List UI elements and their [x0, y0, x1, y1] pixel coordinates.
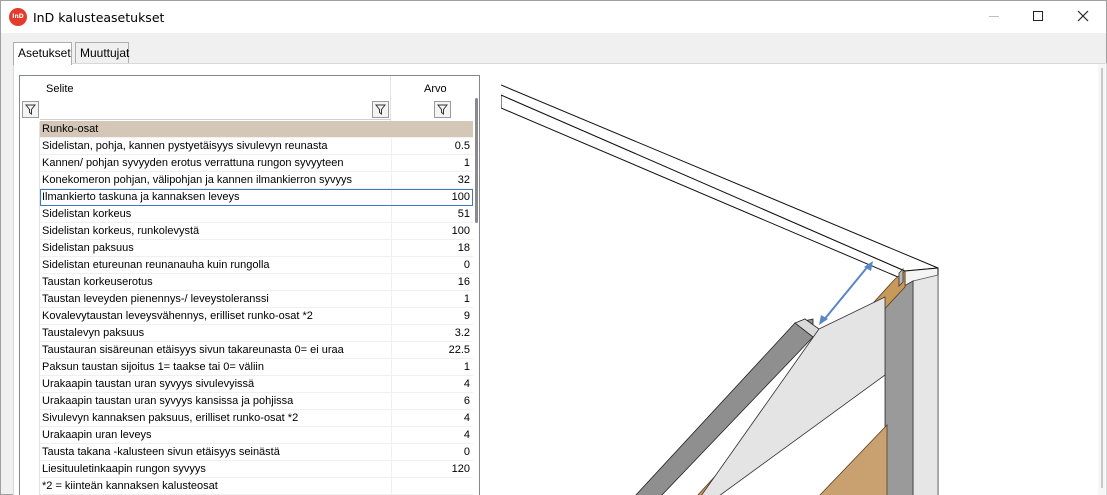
table-row[interactable]: Taustalevyn paksuus 3.2 — [40, 325, 473, 342]
table-row[interactable]: Taustan korkeuserotus 16 — [40, 274, 473, 291]
window-title: InD kalusteasetukset — [33, 10, 165, 25]
table-row[interactable]: Paksun taustan sijoitus 1= taakse tai 0=… — [40, 359, 473, 376]
row-value[interactable]: 18 — [391, 240, 473, 256]
row-value[interactable]: 0 — [391, 257, 473, 273]
grid-header: Selite Arvo — [20, 76, 471, 122]
close-button[interactable] — [1060, 1, 1106, 31]
row-label: Tausta takana -kalusteen sivun etäisyys … — [42, 446, 280, 458]
row-value[interactable]: 3.2 — [391, 325, 473, 341]
filter-icon — [25, 104, 36, 115]
row-label: Taustan korkeuserotus — [42, 276, 153, 288]
row-value[interactable]: 4 — [391, 376, 473, 392]
minimize-icon — [989, 15, 999, 17]
maximize-icon — [1033, 11, 1043, 21]
table-row[interactable]: Sivulevyn kannaksen paksuus, erilliset r… — [40, 410, 473, 427]
filter-row — [40, 100, 391, 120]
row-value[interactable]: 9 — [391, 308, 473, 324]
row-label: Sidelistan etureunan reunanauha kuin run… — [42, 259, 270, 271]
row-label: Taustauran sisäreunan etäisyys sivun tak… — [42, 344, 344, 356]
grid-scroll-thumb[interactable] — [475, 98, 478, 223]
row-value[interactable]: 6 — [391, 393, 473, 409]
group-row[interactable]: Runko-osat — [40, 121, 473, 138]
row-value[interactable]: 100 — [391, 223, 473, 239]
minimize-button[interactable] — [971, 1, 1017, 31]
row-label: Urakaapin taustan uran syvyys kansissa j… — [42, 395, 294, 407]
row-label: Sidelistan paksuus — [42, 242, 134, 254]
table-row[interactable]: Taustan leveyden pienennys-/ leveystoler… — [40, 291, 473, 308]
row-header-column — [20, 122, 40, 495]
grid-vertical-scrollbar[interactable] — [473, 76, 479, 495]
table-row[interactable]: Urakaapin taustan uran syvyys sivulevyis… — [40, 376, 473, 393]
table-row[interactable]: Taustauran sisäreunan etäisyys sivun tak… — [40, 342, 473, 359]
row-label: Sidelistan, pohja, kannen pystyetäisyys … — [42, 140, 328, 152]
tab-asetukset[interactable]: Asetukset — [13, 42, 72, 65]
table-row[interactable]: Sidelistan korkeus, runkolevystä 100 — [40, 223, 473, 240]
row-label: Runko-osat — [42, 123, 99, 135]
app-icon: InD — [9, 8, 27, 26]
selite-filter-button[interactable] — [372, 101, 389, 118]
column-header-arvo[interactable]: Arvo — [424, 83, 447, 95]
row-label: Sidelistan korkeus — [42, 208, 132, 220]
table-row[interactable]: Urakaapin uran leveys 4 — [40, 427, 473, 444]
row-value[interactable]: 1 — [391, 291, 473, 307]
row-value[interactable]: 4 — [391, 427, 473, 443]
table-row[interactable]: Kannen/ pohjan syvyyden erotus verrattun… — [40, 155, 473, 172]
column-header-selite[interactable]: Selite — [46, 83, 74, 95]
row-label: *2 = kiinteän kannaksen kalusteosat — [42, 480, 218, 492]
table-row[interactable]: Konekomeron pohjan, välipohjan ja kannen… — [40, 172, 473, 189]
table-row[interactable]: Kovalevytaustan leveysvähennys, erillise… — [40, 308, 473, 325]
window-scroll-thumb[interactable] — [1101, 68, 1103, 488]
table-row[interactable]: Ilmankierto taskuna ja kannaksen leveys 1… — [40, 189, 473, 206]
row-value[interactable] — [391, 121, 473, 137]
table-row[interactable]: Sidelistan etureunan reunanauha kuin run… — [40, 257, 473, 274]
cabinet-preview — [501, 75, 1078, 495]
window-vertical-scrollbar[interactable] — [1098, 64, 1106, 495]
grid-rows: Runko-osat Sidelistan, pohja, kannen pyst… — [40, 121, 473, 495]
table-row[interactable]: *2 = kiinteän kannaksen kalusteosat — [40, 478, 473, 495]
row-label: Ilmankierto taskuna ja kannaksen leveys — [42, 191, 240, 203]
row-value[interactable]: 51 — [391, 206, 473, 222]
table-row[interactable]: Urakaapin taustan uran syvyys kansissa j… — [40, 393, 473, 410]
row-label: Taustalevyn paksuus — [42, 327, 145, 339]
table-row[interactable]: Sidelistan paksuus 18 — [40, 240, 473, 257]
row-label: Paksun taustan sijoitus 1= taakse tai 0=… — [42, 361, 264, 373]
row-label: Urakaapin taustan uran syvyys sivulevyis… — [42, 378, 255, 390]
tab-muuttujat[interactable]: Muuttujat — [75, 42, 129, 64]
row-value[interactable]: 100 — [391, 189, 473, 205]
row-value[interactable]: 1 — [391, 359, 473, 375]
row-label: Sidelistan korkeus, runkolevystä — [42, 225, 200, 237]
table-row[interactable]: Sidelistan, pohja, kannen pystyetäisyys … — [40, 138, 473, 155]
table-row[interactable]: Tausta takana -kalusteen sivun etäisyys … — [40, 444, 473, 461]
row-value[interactable]: 4 — [391, 410, 473, 426]
row-filter-button[interactable] — [22, 101, 39, 118]
row-value[interactable]: 1 — [391, 155, 473, 171]
row-label: Sivulevyn kannaksen paksuus, erilliset r… — [42, 412, 299, 424]
row-value[interactable]: 22.5 — [391, 342, 473, 358]
row-value[interactable]: 120 — [391, 461, 473, 477]
row-value[interactable]: 0 — [391, 444, 473, 460]
row-label: Konekomeron pohjan, välipohjan ja kannen… — [42, 174, 353, 186]
row-label: Taustan leveyden pienennys-/ leveystoler… — [42, 293, 269, 305]
table-row[interactable]: Sidelistan korkeus 51 — [40, 206, 473, 223]
row-label: Kovalevytaustan leveysvähennys, erillise… — [42, 310, 313, 322]
filter-icon — [437, 104, 448, 115]
table-row[interactable]: Liesituuletinkaapin rungon syvyys 120 — [40, 461, 473, 478]
settings-window: InD InD kalusteasetukset Asetukset Muutt… — [0, 0, 1107, 495]
cabinet-preview-drawing — [501, 84, 939, 495]
title-bar: InD InD kalusteasetukset — [1, 1, 1106, 33]
filter-icon — [375, 104, 386, 115]
maximize-button[interactable] — [1015, 1, 1061, 31]
row-label: Liesituuletinkaapin rungon syvyys — [42, 463, 206, 475]
row-value[interactable]: 32 — [391, 172, 473, 188]
row-value[interactable] — [391, 478, 473, 494]
arvo-filter-button[interactable] — [434, 101, 451, 118]
row-label: Kannen/ pohjan syvyyden erotus verrattun… — [42, 157, 344, 169]
row-label: Urakaapin uran leveys — [42, 429, 152, 441]
row-value[interactable]: 16 — [391, 274, 473, 290]
close-icon — [1077, 10, 1089, 22]
settings-grid: Selite Arvo Runko-osat Sidelistan, pohja,… — [19, 75, 480, 495]
row-value[interactable]: 0.5 — [391, 138, 473, 154]
